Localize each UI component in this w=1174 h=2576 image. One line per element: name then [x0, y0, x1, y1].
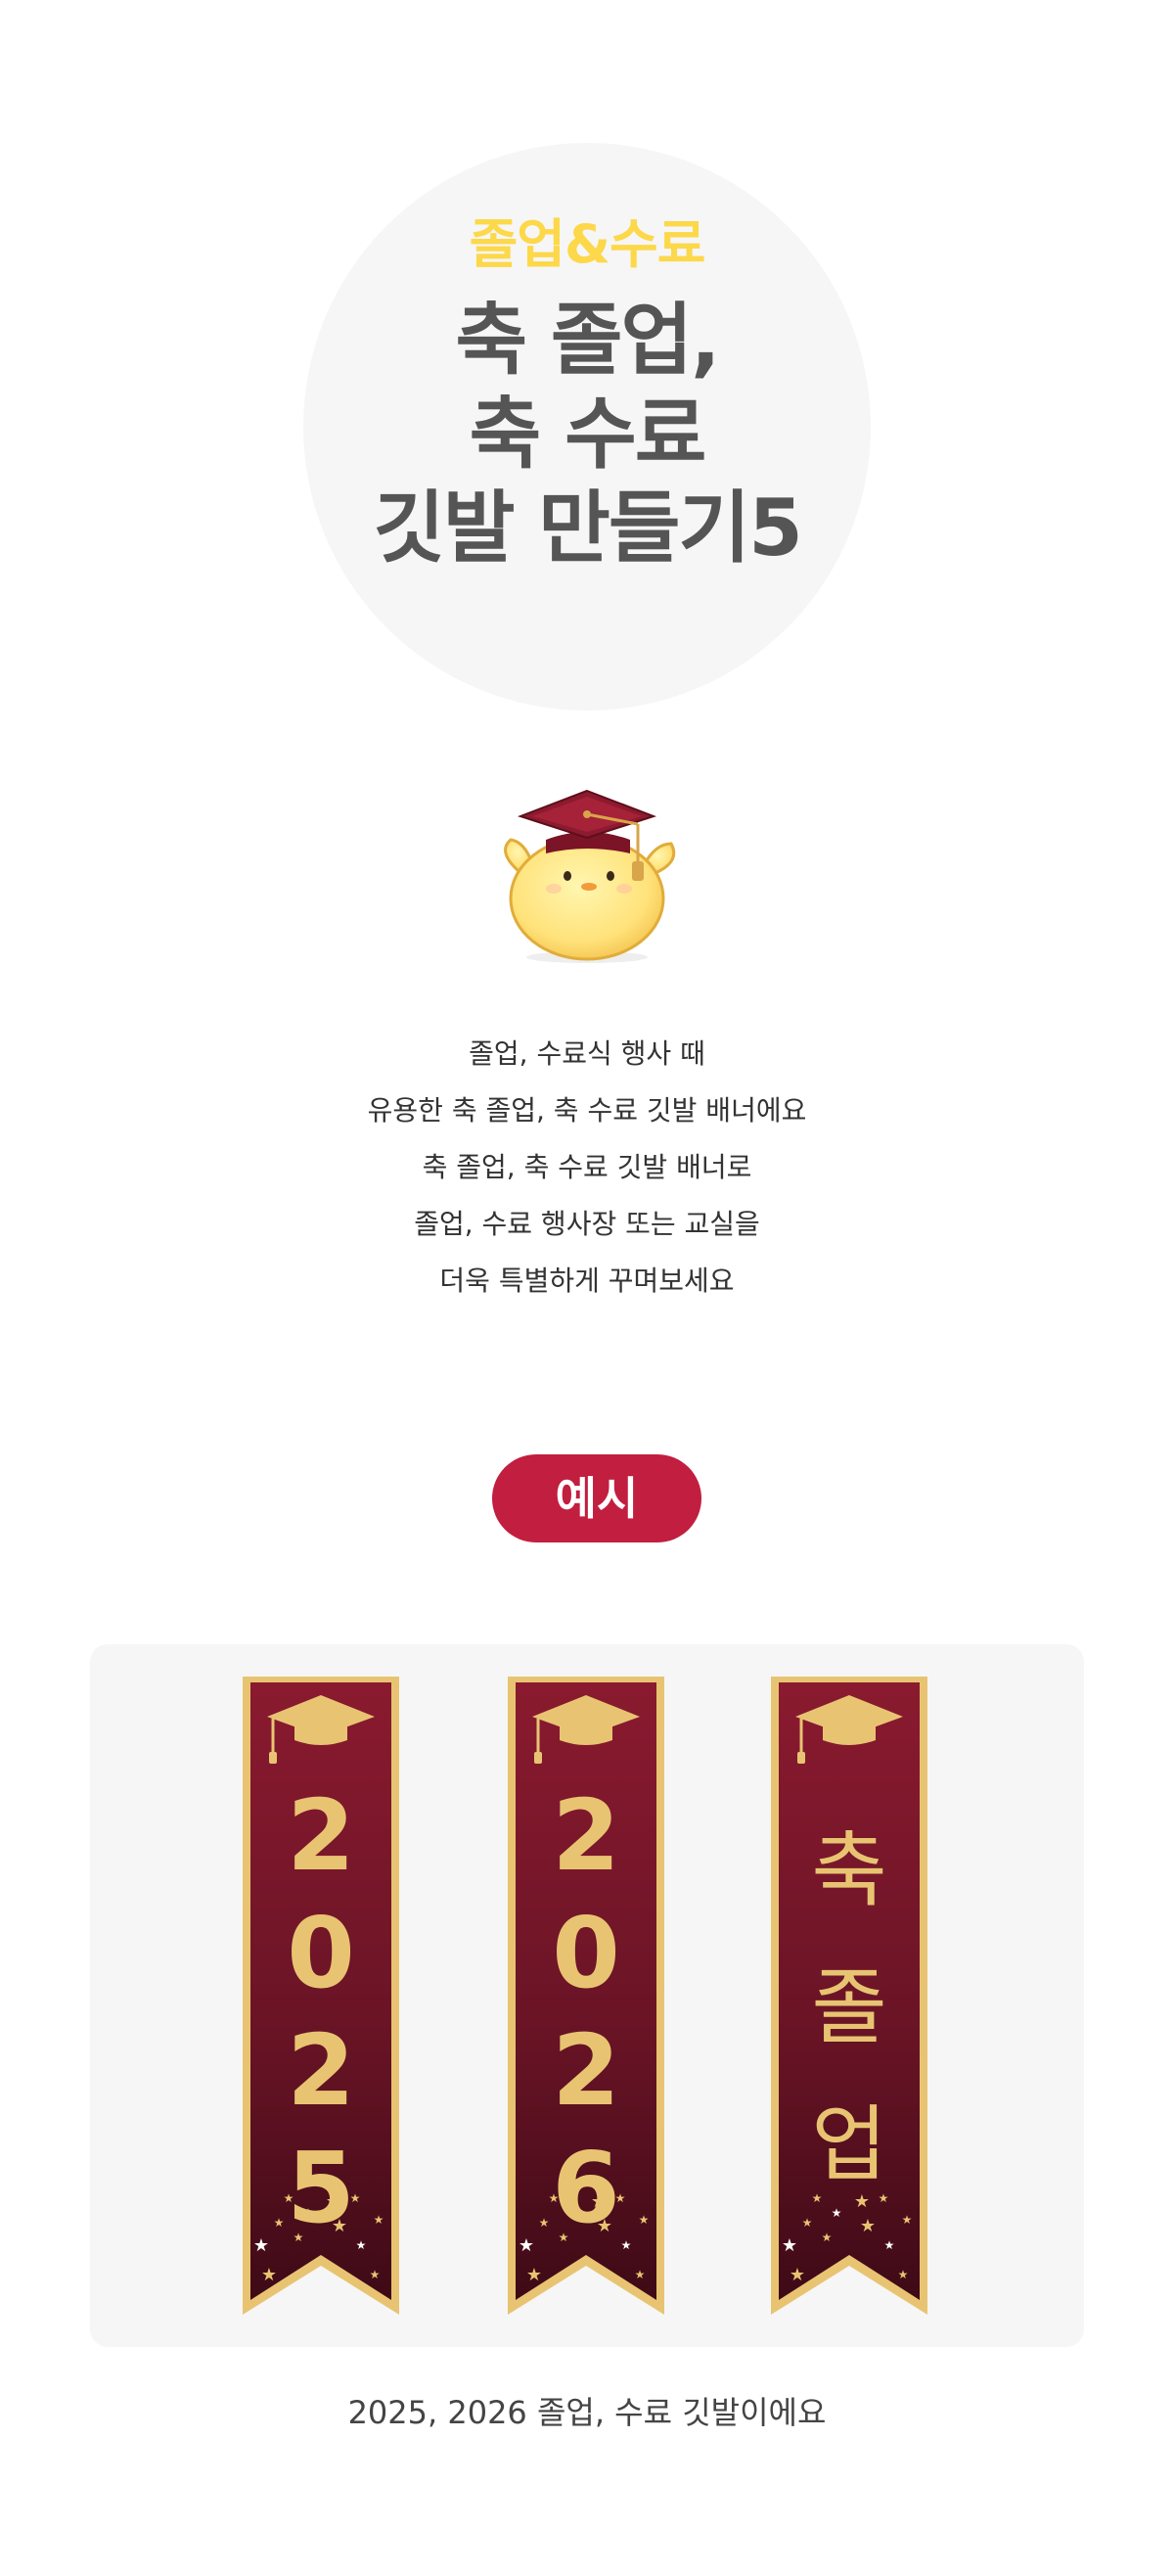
banner-char: 5 [287, 2131, 355, 2245]
description-line: 유용한 축 졸업, 축 수료 깃발 배너에요 [367, 1094, 807, 1127]
description-line: 졸업, 수료 행사장 또는 교실을 [414, 1208, 760, 1240]
banner-char: 0 [552, 1896, 620, 2010]
star-icon: ★ [261, 2265, 277, 2285]
star-icon: ★ [274, 2216, 285, 2230]
star-icon: ★ [356, 2238, 367, 2252]
banner-graduation: ★★★★★★★ ★★★★ ★ 축 졸 업 [771, 1677, 927, 2315]
star-icon: ★ [790, 2265, 805, 2285]
star-icon: ★ [526, 2265, 542, 2285]
star-icon: ★ [621, 2238, 632, 2252]
banner-char: 0 [287, 1896, 355, 2010]
star-icon: ★ [782, 2235, 797, 2256]
star-icon: ★ [902, 2213, 913, 2227]
star-icon: ★ [898, 2268, 909, 2281]
star-icon: ★ [539, 2216, 550, 2230]
description: 졸업, 수료식 행사 때 유용한 축 졸업, 축 수료 깃발 배너에요 축 졸업… [0, 1026, 1174, 1310]
hero-title: 축 졸업, 축 수료 깃발 만들기5 [0, 294, 1174, 575]
banner-char: 2 [552, 2013, 620, 2128]
hero-title-line: 깃발 만들기5 [373, 483, 803, 574]
banner-char: 졸 [811, 1959, 886, 2055]
star-icon: ★ [635, 2268, 646, 2281]
star-icon: ★ [879, 2191, 889, 2205]
description-line: 졸업, 수료식 행사 때 [469, 1037, 705, 1070]
banner-char: 업 [811, 2096, 886, 2192]
banner-char: 2 [287, 1778, 355, 1893]
example-label: 예시 [492, 1454, 701, 1542]
description-line: 축 졸업, 축 수료 깃발 배너로 [422, 1151, 752, 1183]
star-icon: ★ [639, 2213, 650, 2227]
star-icon: ★ [854, 2191, 870, 2212]
banner-2025: ★★★★★★★ ★★★★ ★ 2 0 2 5 [243, 1677, 399, 2315]
banner-char: 2 [552, 1778, 620, 1893]
star-icon: ★ [253, 2235, 269, 2256]
banner-char: 2 [287, 2013, 355, 2128]
caption: 2025, 2026 졸업, 수료 깃발이에요 [347, 2394, 827, 2431]
star-icon: ★ [519, 2235, 534, 2256]
hero-subtitle: 졸업&수료 [469, 213, 706, 275]
description-line: 더욱 특별하게 꾸며보세요 [439, 1265, 735, 1297]
star-icon: ★ [822, 2231, 833, 2244]
star-icon: ★ [832, 2206, 842, 2220]
star-icon: ★ [860, 2216, 876, 2236]
banner-char: 6 [552, 2131, 620, 2245]
star-icon: ★ [812, 2191, 823, 2205]
star-icon: ★ [374, 2213, 384, 2227]
star-icon: ★ [802, 2216, 813, 2230]
banner-2026: ★★★★★★★ ★★★★ ★ 2 0 2 6 [508, 1677, 664, 2315]
hero-title-line: 축 졸업, [455, 295, 720, 386]
star-icon: ★ [884, 2238, 895, 2252]
star-icon: ★ [370, 2268, 381, 2281]
banner-char: 축 [811, 1822, 886, 1918]
graduation-chick-icon [504, 789, 676, 963]
hero-title-line: 축 수료 [469, 389, 707, 480]
